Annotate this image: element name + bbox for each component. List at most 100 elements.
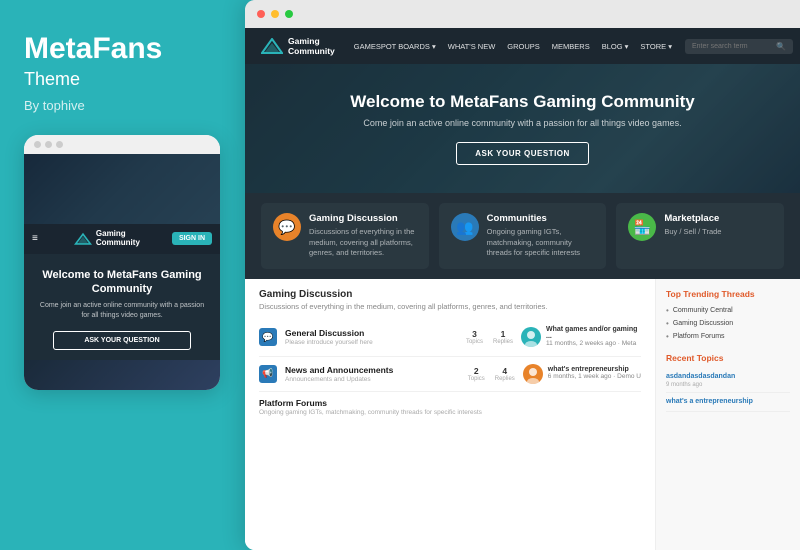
news-topics-col: 2 Topics	[468, 366, 485, 382]
browser-dot-green[interactable]	[285, 10, 293, 18]
marketplace-icon: 🏪	[628, 213, 656, 241]
search-icon: 🔍	[776, 42, 786, 51]
forum-section-title: Gaming Discussion	[259, 289, 641, 300]
general-latest-text: What games and/or gaming ... 11 months, …	[546, 326, 641, 348]
browser-bar	[245, 0, 800, 28]
nav-item-members[interactable]: MEMBERS	[547, 28, 595, 64]
main-left: Gaming Discussion Discussions of everyth…	[245, 279, 655, 550]
site-nav: Gaming Community GAMESPOT BOARDS ▾ WHAT'…	[245, 28, 800, 64]
feature-cards: 💬 Gaming Discussion Discussions of every…	[245, 193, 800, 279]
forum-row-general: 💬 General Discussion Please introduce yo…	[259, 319, 641, 356]
trending-item-2[interactable]: Gaming Discussion	[666, 317, 790, 330]
news-avatar	[523, 364, 543, 384]
site-logo-text: Gaming Community	[288, 36, 335, 56]
mobile-signin-button[interactable]: SIGN IN	[172, 232, 212, 245]
browser-dot-red[interactable]	[257, 10, 265, 18]
main-sidebar: Top Trending Threads Community Central G…	[655, 279, 800, 550]
nav-item-gamespot[interactable]: GAMESPOT BOARDS ▾	[349, 28, 441, 64]
recent-topic-1: asdandasdasdandan 9 months ago	[666, 368, 790, 393]
nav-item-groups[interactable]: GROUPS	[502, 28, 545, 64]
search-input[interactable]	[692, 43, 772, 50]
hamburger-icon: ≡	[32, 233, 38, 244]
trending-list: Community Central Gaming Discussion Plat…	[666, 304, 790, 343]
platform-forums-title[interactable]: Platform Forums	[259, 398, 641, 408]
mobile-nav: ≡ Gaming Community SIGN IN	[24, 224, 220, 254]
nav-item-store[interactable]: STORE ▾	[635, 28, 677, 64]
mobile-logo-text: Gaming Community	[96, 230, 140, 248]
mobile-browser-dots	[24, 135, 220, 154]
site-logo-icon	[261, 38, 283, 54]
hero-ask-button[interactable]: ASK YOUR QUESTION	[456, 142, 589, 165]
feature-card-marketplace: 🏪 Marketplace Buy / Sell / Trade	[616, 203, 784, 269]
recent-topic-2-title[interactable]: what's a entrepreneurship	[666, 397, 790, 406]
general-latest: What games and/or gaming ... 11 months, …	[521, 326, 641, 348]
communities-text: Communities Ongoing gaming IGTs, matchma…	[487, 213, 595, 259]
forum-row-news: 📢 News and Announcements Announcements a…	[259, 357, 641, 392]
recent-title: Recent Topics	[666, 353, 790, 363]
general-latest-title: What games and/or gaming ...	[546, 326, 641, 340]
news-latest: what's entrepreneurship 6 months, 1 week…	[523, 364, 641, 384]
gaming-discussion-desc: Discussions of everything in the medium,…	[309, 227, 417, 259]
dot-3	[56, 141, 63, 148]
general-discussion-icon: 💬	[259, 328, 277, 346]
news-topics-num: 2	[468, 366, 485, 376]
general-discussion-name[interactable]: General Discussion	[285, 328, 458, 338]
mobile-ask-button[interactable]: ASK YOUR QUESTION	[53, 331, 191, 350]
general-topics-num: 3	[466, 329, 483, 339]
gaming-discussion-text: Gaming Discussion Discussions of everyth…	[309, 213, 417, 259]
general-discussion-sub: Please introduce yourself here	[285, 339, 458, 346]
nav-item-blog[interactable]: BLOG ▾	[597, 28, 634, 64]
recent-topic-2: what's a entrepreneurship	[666, 393, 790, 412]
nav-item-whatsnew[interactable]: WHAT'S NEW	[443, 28, 501, 64]
mobile-welcome-title: Welcome to MetaFans Gaming Community	[36, 268, 208, 297]
trending-item-3[interactable]: Platform Forums	[666, 330, 790, 343]
news-replies-col: 4 Replies	[495, 366, 515, 382]
communities-title: Communities	[487, 213, 595, 224]
news-icon: 📢	[259, 365, 277, 383]
trending-item-1[interactable]: Community Central	[666, 304, 790, 317]
app-title: MetaFans	[24, 32, 221, 65]
mobile-content: Welcome to MetaFans Gaming Community Com…	[24, 254, 220, 360]
news-stats: 2 Topics 4 Replies	[468, 366, 515, 382]
app-author: By tophive	[24, 98, 221, 113]
marketplace-text: Marketplace Buy / Sell / Trade	[664, 213, 721, 238]
mobile-logo-icon	[74, 232, 92, 246]
mobile-preview: ≡ Gaming Community SIGN IN Welcome to Me…	[24, 135, 220, 390]
feature-card-gaming-discussion: 💬 Gaming Discussion Discussions of every…	[261, 203, 429, 269]
recent-topic-1-title[interactable]: asdandasdasdandan	[666, 372, 790, 381]
general-discussion-info: General Discussion Please introduce your…	[285, 328, 458, 346]
marketplace-title: Marketplace	[664, 213, 721, 224]
general-topics-label: Topics	[466, 339, 483, 345]
general-avatar	[521, 327, 541, 347]
general-discussion-stats: 3 Topics 1 Replies	[466, 329, 513, 345]
platform-forums-row: Platform Forums Ongoing gaming IGTs, mat…	[259, 392, 641, 422]
news-latest-text: what's entrepreneurship 6 months, 1 week…	[548, 366, 641, 381]
news-info: News and Announcements Announcements and…	[285, 365, 460, 383]
browser-content: Gaming Community GAMESPOT BOARDS ▾ WHAT'…	[245, 28, 800, 550]
right-panel: Gaming Community GAMESPOT BOARDS ▾ WHAT'…	[245, 0, 800, 550]
recent-topic-1-meta: 9 months ago	[666, 382, 790, 388]
news-latest-title: what's entrepreneurship	[548, 366, 641, 373]
news-sub: Announcements and Updates	[285, 376, 460, 383]
platform-forums-desc: Ongoing gaming IGTs, matchmaking, commun…	[259, 409, 641, 416]
marketplace-desc: Buy / Sell / Trade	[664, 227, 721, 238]
feature-card-communities: 👥 Communities Ongoing gaming IGTs, match…	[439, 203, 607, 269]
nav-search-box[interactable]: 🔍	[685, 39, 793, 54]
mobile-bottom-image	[24, 360, 220, 390]
hero-title: Welcome to MetaFans Gaming Community	[261, 92, 784, 112]
communities-desc: Ongoing gaming IGTs, matchmaking, commun…	[487, 227, 595, 259]
news-latest-meta: 6 months, 1 week ago · Demo U	[548, 373, 641, 381]
news-name[interactable]: News and Announcements	[285, 365, 460, 375]
dot-1	[34, 141, 41, 148]
mobile-hero-overlay	[24, 154, 220, 224]
dot-2	[45, 141, 52, 148]
gaming-discussion-icon: 💬	[273, 213, 301, 241]
news-replies-label: Replies	[495, 376, 515, 382]
trending-title: Top Trending Threads	[666, 289, 790, 299]
hero-subtitle: Come join an active online community wit…	[261, 118, 784, 128]
general-replies-col: 1 Replies	[493, 329, 513, 345]
forum-section-desc: Discussions of everything in the medium,…	[259, 302, 641, 312]
general-replies-num: 1	[493, 329, 513, 339]
browser-dot-yellow[interactable]	[271, 10, 279, 18]
news-topics-label: Topics	[468, 376, 485, 382]
